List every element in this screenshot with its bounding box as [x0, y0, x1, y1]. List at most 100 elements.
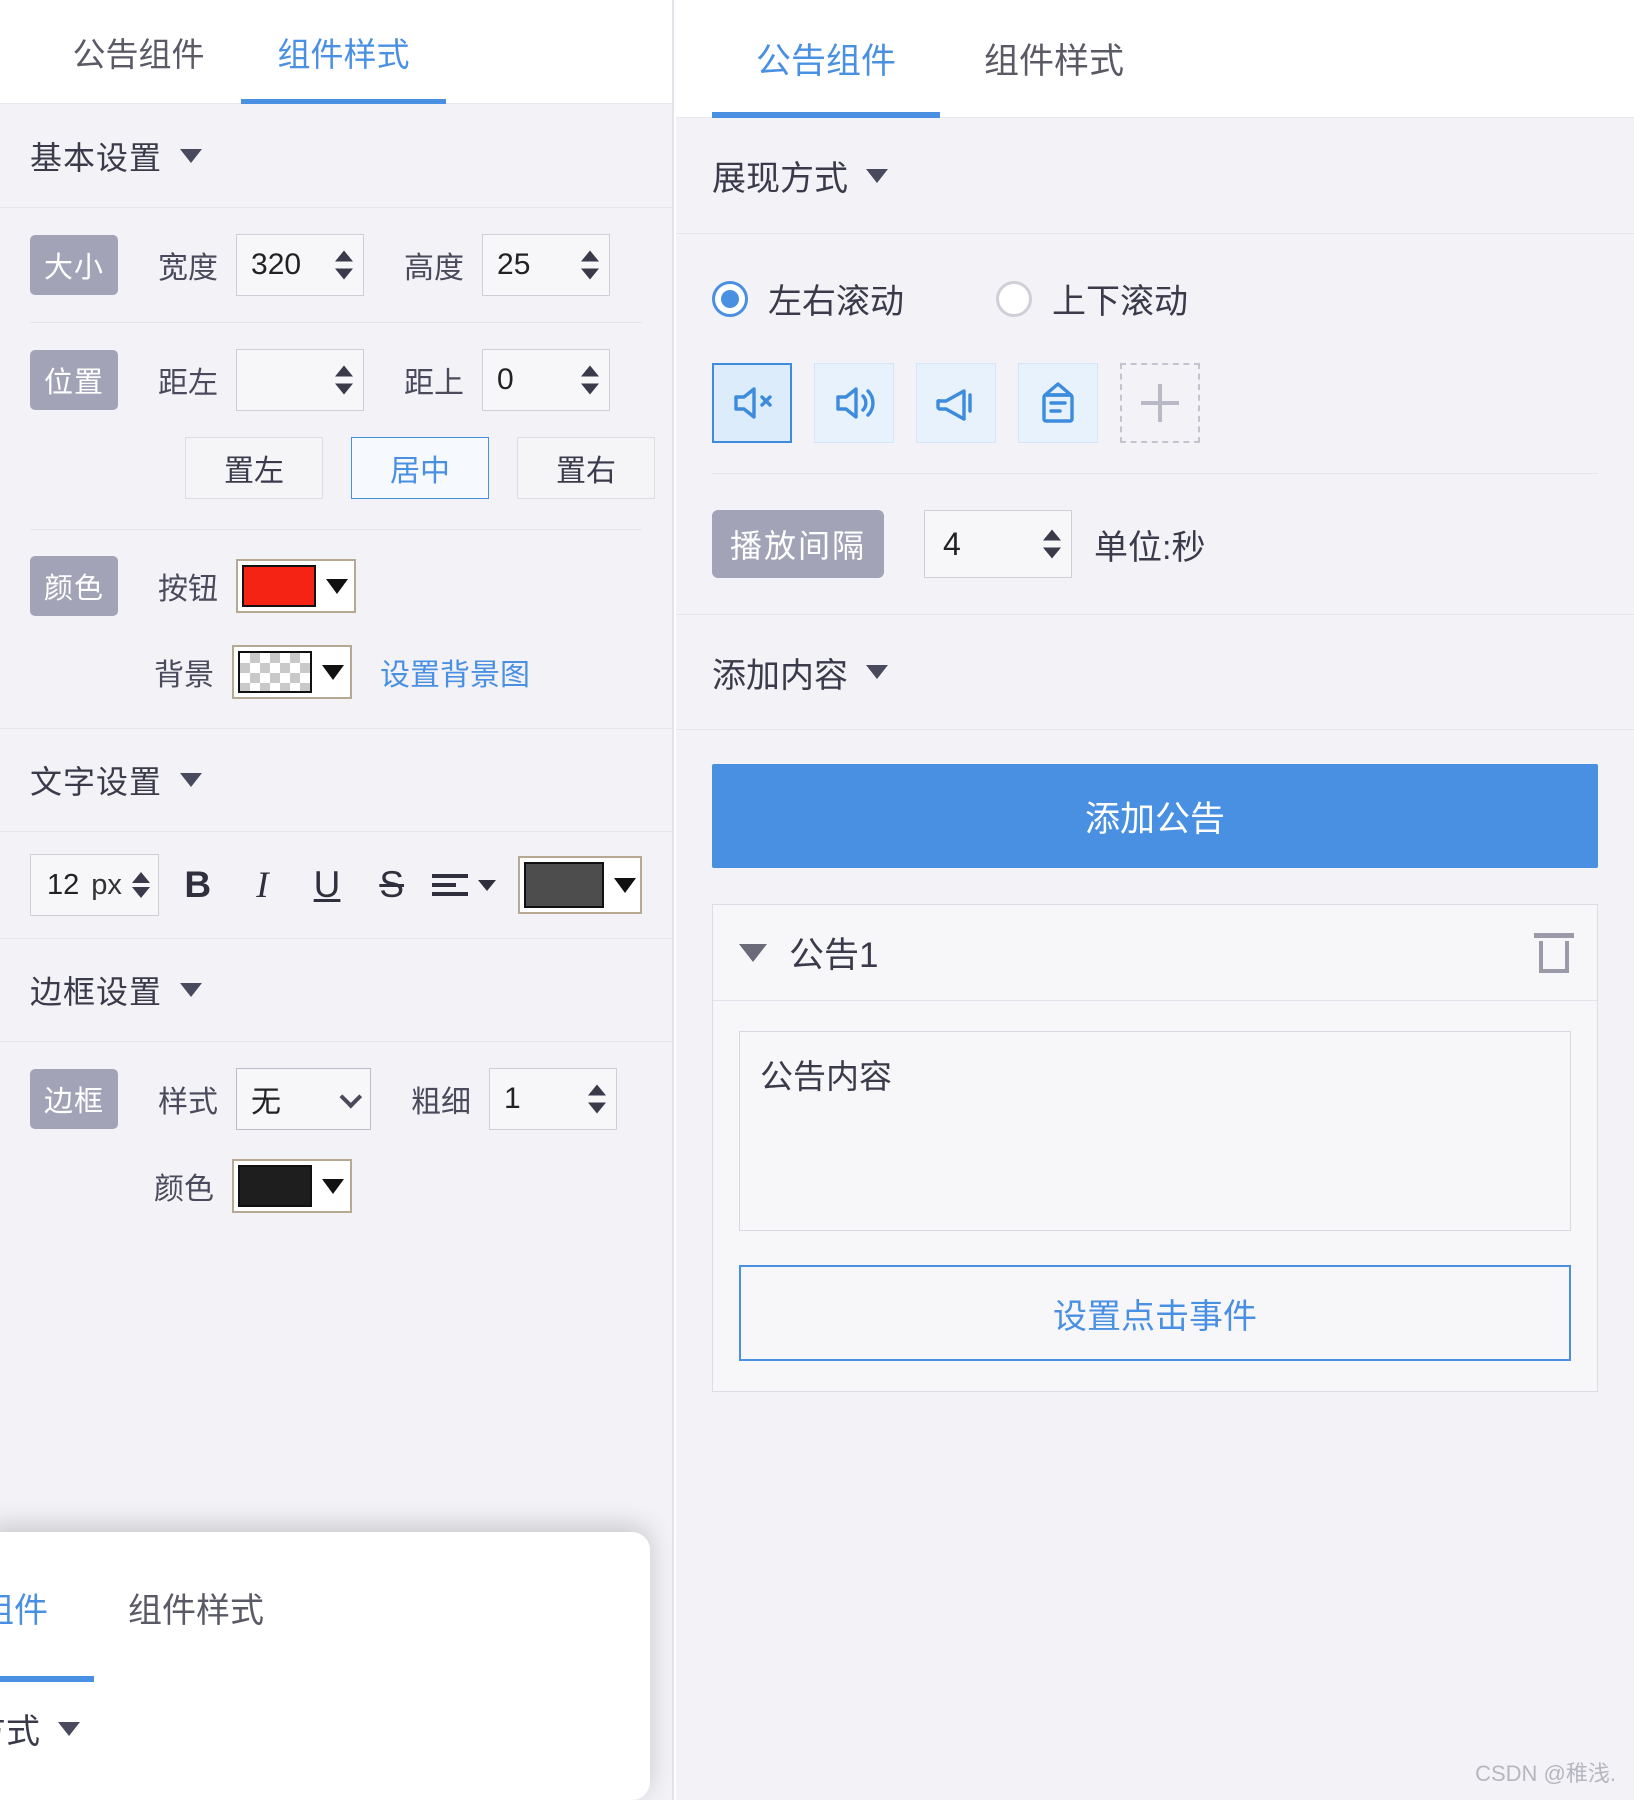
- set-background-image-link[interactable]: 设置背景图: [380, 650, 530, 694]
- speaker-mute-icon-button[interactable]: [712, 363, 792, 443]
- background-color-chip: [238, 651, 312, 693]
- chevron-down-icon[interactable]: [322, 1178, 344, 1194]
- stepper-arrows[interactable]: [581, 365, 600, 395]
- align-button-group: 置左 居中 置右: [30, 437, 655, 499]
- stepper-up-icon[interactable]: [588, 1084, 607, 1096]
- stepper-down-icon[interactable]: [588, 1102, 607, 1114]
- border-color-picker[interactable]: [232, 1159, 352, 1213]
- collapse-triangle-icon[interactable]: [739, 943, 767, 962]
- delete-announcement-icon[interactable]: [1534, 932, 1574, 973]
- chevron-down-icon[interactable]: [326, 578, 349, 594]
- stepper-up-icon[interactable]: [1043, 529, 1062, 541]
- floating-component-panel: 组件 组件样式 方式: [0, 1532, 650, 1800]
- tab-label: 公告组件: [755, 42, 896, 81]
- megaphone-icon-button[interactable]: [916, 363, 996, 443]
- width-label: 宽度: [158, 252, 219, 285]
- align-right-button[interactable]: 置右: [517, 437, 655, 499]
- section-header-add-content[interactable]: 添加内容: [676, 614, 1634, 730]
- add-announcement-button[interactable]: 添加公告: [712, 764, 1598, 868]
- button-color-picker[interactable]: [236, 559, 357, 613]
- announcement-card-header[interactable]: 公告1: [713, 905, 1597, 1001]
- align-center-label: 居中: [390, 455, 450, 488]
- align-center-button[interactable]: 居中: [351, 437, 489, 499]
- stepper-down-icon[interactable]: [335, 268, 354, 280]
- stepper-arrows[interactable]: [581, 250, 600, 280]
- announcement-content-textarea[interactable]: 公告内容: [739, 1031, 1571, 1231]
- margin-left-stepper[interactable]: [236, 349, 365, 411]
- text-align-button[interactable]: [432, 874, 497, 896]
- stepper-down-icon[interactable]: [335, 383, 354, 395]
- font-size-stepper[interactable]: 12 px: [30, 854, 160, 916]
- tab-component-style-left[interactable]: 组件样式: [241, 0, 446, 104]
- notice-board-icon-button[interactable]: [1018, 363, 1098, 443]
- section-header-basic-settings[interactable]: 基本设置: [0, 104, 672, 208]
- stepper-up-icon[interactable]: [581, 250, 600, 262]
- stepper-down-icon[interactable]: [1043, 547, 1062, 559]
- stepper-up-icon[interactable]: [581, 365, 600, 377]
- stepper-up-icon[interactable]: [335, 250, 354, 262]
- stepper-up-icon[interactable]: [132, 872, 151, 883]
- tab-label: 组件样式: [277, 35, 410, 73]
- right-announcement-panel: 公告组件 组件样式 展现方式 左右滚动 上下滚动 播放间隔 4 单位:秒 添加内…: [676, 0, 1634, 1800]
- radio-vertical-scroll[interactable]: [996, 280, 1032, 317]
- position-row: 位置 距左 距上 0: [0, 323, 672, 437]
- italic-button[interactable]: I: [236, 864, 289, 907]
- width-stepper[interactable]: 320: [236, 234, 365, 296]
- section-header-text-settings[interactable]: 文字设置: [0, 728, 672, 832]
- text-color-picker[interactable]: [518, 856, 643, 914]
- stepper-arrows[interactable]: [335, 250, 354, 280]
- add-icon-button[interactable]: [1120, 363, 1200, 443]
- play-interval-value: 4: [943, 525, 961, 562]
- radio-horizontal-scroll[interactable]: [712, 280, 748, 317]
- chevron-down-icon[interactable]: [478, 879, 497, 891]
- underline-button[interactable]: U: [301, 864, 354, 906]
- announcement-card-body: 公告内容 设置点击事件: [713, 1001, 1597, 1391]
- chevron-down-icon: [180, 148, 203, 163]
- stepper-down-icon[interactable]: [132, 887, 151, 898]
- border-style-value: 无: [251, 1086, 282, 1119]
- basic-settings-body: 大小 宽度 320 高度 25 位置 距左 距上 0 置左 居中 置右 颜色 按…: [0, 208, 672, 728]
- tab-component-float[interactable]: 组件: [0, 1532, 92, 1682]
- border-settings-body: 边框 样式 无 粗细 1 颜色: [0, 1042, 672, 1242]
- section-header-border-settings[interactable]: 边框设置: [0, 938, 672, 1042]
- stepper-up-icon[interactable]: [335, 365, 354, 377]
- stepper-down-icon[interactable]: [581, 383, 600, 395]
- bold-button[interactable]: B: [171, 864, 224, 906]
- position-badge: 位置: [30, 350, 119, 410]
- section-header-display-mode[interactable]: 展现方式: [676, 118, 1634, 234]
- border-style-select[interactable]: 无: [236, 1068, 372, 1130]
- play-interval-row: 播放间隔 4 单位:秒: [676, 474, 1634, 614]
- stepper-arrows[interactable]: [132, 872, 151, 898]
- border-width-stepper[interactable]: 1: [489, 1068, 618, 1130]
- button-color-chip: [242, 565, 317, 607]
- announcement-content-placeholder: 公告内容: [760, 1058, 892, 1095]
- tab-component-style-float[interactable]: 组件样式: [128, 1532, 264, 1682]
- stepper-arrows[interactable]: [1043, 529, 1062, 559]
- height-value: 25: [497, 248, 531, 281]
- stepper-down-icon[interactable]: [581, 268, 600, 280]
- stepper-arrows[interactable]: [588, 1084, 607, 1114]
- section-title: 展现方式: [712, 160, 848, 198]
- chevron-down-icon[interactable]: [614, 877, 637, 893]
- strikethrough-button[interactable]: S: [365, 864, 418, 906]
- align-left-button[interactable]: 置左: [185, 437, 323, 499]
- set-click-event-button[interactable]: 设置点击事件: [739, 1265, 1571, 1361]
- tab-announcement-component-right[interactable]: 公告组件: [712, 0, 940, 118]
- chevron-down-icon: [180, 773, 203, 787]
- announcement-icon-picker: [676, 353, 1634, 473]
- watermark-text: CSDN @稚浅.: [1475, 1761, 1616, 1786]
- tab-announcement-component-left[interactable]: 公告组件: [36, 0, 241, 104]
- chevron-down-icon[interactable]: [322, 664, 344, 680]
- speaker-volume-icon-button[interactable]: [814, 363, 894, 443]
- background-color-picker[interactable]: [232, 645, 352, 699]
- height-stepper[interactable]: 25: [482, 234, 611, 296]
- stepper-arrows[interactable]: [335, 365, 354, 395]
- tab-component-style-right[interactable]: 组件样式: [940, 0, 1168, 118]
- floating-section-header[interactable]: 方式: [0, 1682, 650, 1753]
- add-plus-icon-vertical: [1158, 384, 1162, 422]
- border-style-label: 样式: [158, 1086, 219, 1119]
- floating-section-title: 方式: [0, 1713, 40, 1751]
- margin-top-stepper[interactable]: 0: [482, 349, 611, 411]
- border-style-row: 边框 样式 无 粗细 1: [0, 1042, 672, 1156]
- play-interval-stepper[interactable]: 4: [924, 510, 1073, 578]
